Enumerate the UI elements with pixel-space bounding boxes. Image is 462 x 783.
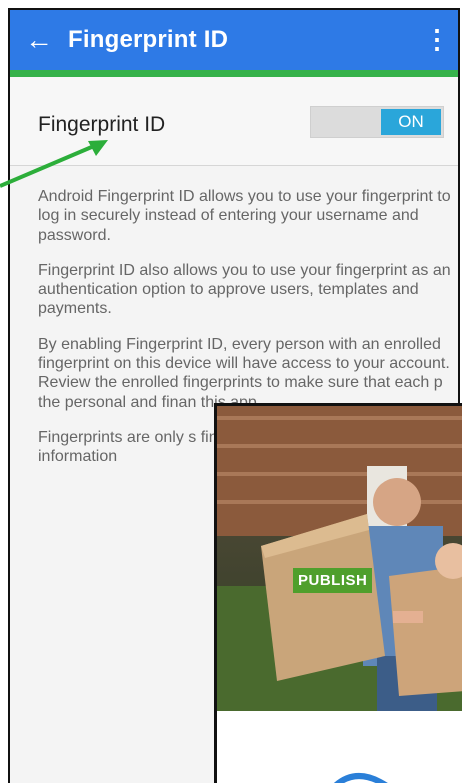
paragraph-1: Android Fingerprint ID allows you to use… [38, 188, 451, 244]
paragraph-3: By enabling Fingerprint ID, every person… [38, 335, 450, 411]
app-bar-accent [10, 70, 458, 77]
publish-overlay[interactable]: PUBLISH [214, 403, 462, 783]
publish-tag[interactable]: PUBLISH [293, 568, 373, 593]
toggle-on-label: ON [381, 109, 441, 135]
fingerprint-setting-row: Fingerprint ID ON [10, 77, 458, 166]
overlay-footer [217, 711, 462, 783]
setting-label: Fingerprint ID [38, 113, 166, 136]
more-options-icon[interactable]: ⋮ [424, 24, 450, 55]
page-title: Fingerprint ID [68, 26, 229, 53]
family-moving-photo: PUBLISH [217, 406, 462, 711]
paragraph-2: Fingerprint ID also allows you to use yo… [38, 261, 451, 318]
app-bar: ← Fingerprint ID ⋮ [10, 10, 458, 70]
fingerprint-toggle[interactable]: ON [310, 106, 444, 138]
back-arrow-icon[interactable]: ← [10, 26, 68, 54]
